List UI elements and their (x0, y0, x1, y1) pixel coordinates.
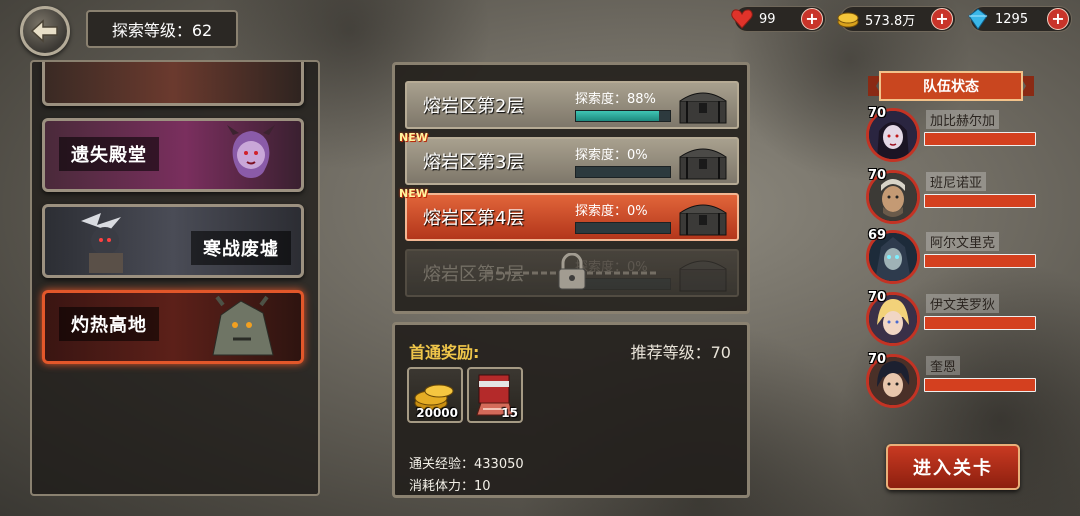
gem-icon (965, 6, 991, 32)
hp-bar (924, 316, 1036, 330)
team-member[interactable]: 70 奎恩 (866, 352, 1038, 410)
stamina-cost: 消耗体力：10 (409, 479, 491, 494)
hp-bar (924, 194, 1036, 208)
level-name: 熔岩区第4层 (423, 208, 525, 229)
explore-level-text: 探索等级：62 (111, 21, 213, 40)
member-level: 70 (868, 352, 887, 367)
region-card-cold-ruins[interactable]: 寒战废墟 (42, 204, 304, 278)
new-badge: NEW (399, 131, 428, 144)
region-list[interactable]: 遗失殿堂 寒战废墟 灼热高地 (30, 60, 320, 496)
progress-fill (576, 111, 659, 121)
team-status-header: 队伍状态 (868, 70, 1034, 102)
reward-item-gold[interactable]: 20000 (407, 367, 463, 423)
region-card-lost-hall[interactable]: 遗失殿堂 (42, 118, 304, 192)
new-badge: NEW (399, 187, 428, 200)
level-row-4[interactable]: NEW 熔岩区第4层 探索度：0% (399, 187, 739, 241)
member-level: 70 (868, 290, 887, 305)
recommended-level: 推荐等级：70 (630, 343, 731, 362)
reward-quantity: 15 (501, 406, 518, 420)
member-name: 阿尔文里克 (926, 232, 1000, 251)
team-status-title: 队伍状态 (923, 79, 979, 95)
heart-icon (729, 6, 755, 32)
team-member[interactable]: 70 班尼诺亚 (866, 168, 1038, 226)
level-list[interactable]: 熔岩区第2层 探索度：88% NEW 熔岩区第3层 探索度：0% NEW 熔岩区… (392, 62, 750, 314)
gold-value: 573.8万 (865, 13, 916, 29)
succubus-portrait-icon (227, 125, 275, 178)
region-label: 灼热高地 (59, 307, 159, 341)
explore-level-display: 探索等级：62 (86, 10, 238, 48)
reward-item-meat-can[interactable]: 15 (467, 367, 523, 423)
gold-resource: 573.8万 + (837, 6, 956, 32)
back-button[interactable] (20, 6, 70, 56)
level-row-5: 熔岩区第5层 探索度：0% (405, 249, 739, 297)
progress-bar (575, 166, 671, 178)
progress-label: 探索度：0% (575, 148, 648, 163)
golem-portrait-icon (212, 295, 274, 356)
hearts-resource: 99 + (731, 6, 826, 32)
enter-stage-label: 进入关卡 (913, 458, 993, 479)
clear-exp: 通关经验：433050 (409, 457, 524, 472)
member-level: 70 (868, 168, 887, 183)
member-level: 70 (868, 106, 887, 121)
region-label: 遗失殿堂 (59, 137, 159, 171)
team-member[interactable]: 70 加比赫尔加 (866, 106, 1038, 164)
gems-resource: 1295 + (968, 6, 1072, 32)
padlock-icon (487, 253, 657, 290)
add-hearts-button[interactable]: + (801, 8, 823, 30)
warrior-portrait-icon (81, 213, 123, 273)
hp-bar (924, 132, 1036, 146)
member-name: 伊文芙罗狄 (926, 294, 1000, 313)
treasure-chest-icon (679, 148, 727, 180)
member-name: 奎恩 (926, 356, 961, 375)
level-name: 熔岩区第3层 (423, 152, 525, 173)
back-arrow-icon (30, 19, 58, 43)
lock-overlay (407, 251, 737, 295)
region-card-scorching-heights[interactable]: 灼热高地 (42, 290, 304, 364)
progress-label: 探索度：0% (575, 204, 648, 219)
gold-coin-icon (835, 6, 861, 32)
hearts-value: 99 (759, 11, 776, 27)
treasure-chest-icon (679, 92, 727, 124)
progress-label: 探索度：88% (575, 92, 656, 107)
add-gold-button[interactable]: + (931, 8, 953, 30)
hp-bar (924, 378, 1036, 392)
level-row-3[interactable]: NEW 熔岩区第3层 探索度：0% (399, 131, 739, 185)
member-level: 69 (868, 228, 887, 243)
progress-bar (575, 222, 671, 234)
progress-bar (575, 110, 671, 122)
member-name: 班尼诺亚 (926, 172, 987, 191)
rewards-panel: 首通奖励: 推荐等级：70 20000 15 通关经验：433050 消耗体力：… (392, 322, 750, 498)
level-name: 熔岩区第2层 (423, 96, 525, 117)
member-name: 加比赫尔加 (926, 110, 1000, 129)
level-row-2[interactable]: 熔岩区第2层 探索度：88% (405, 81, 739, 129)
region-card-partial[interactable] (42, 62, 304, 106)
team-member[interactable]: 70 伊文芙罗狄 (866, 290, 1038, 348)
reward-quantity: 20000 (416, 406, 458, 420)
hp-bar (924, 254, 1036, 268)
first-clear-rewards-title: 首通奖励: (409, 343, 480, 362)
gems-value: 1295 (995, 11, 1029, 27)
region-label: 寒战废墟 (191, 231, 291, 265)
team-member[interactable]: 69 阿尔文里克 (866, 228, 1038, 286)
add-gems-button[interactable]: + (1047, 8, 1069, 30)
enter-stage-button[interactable]: 进入关卡 (886, 444, 1020, 490)
treasure-chest-icon (679, 204, 727, 236)
